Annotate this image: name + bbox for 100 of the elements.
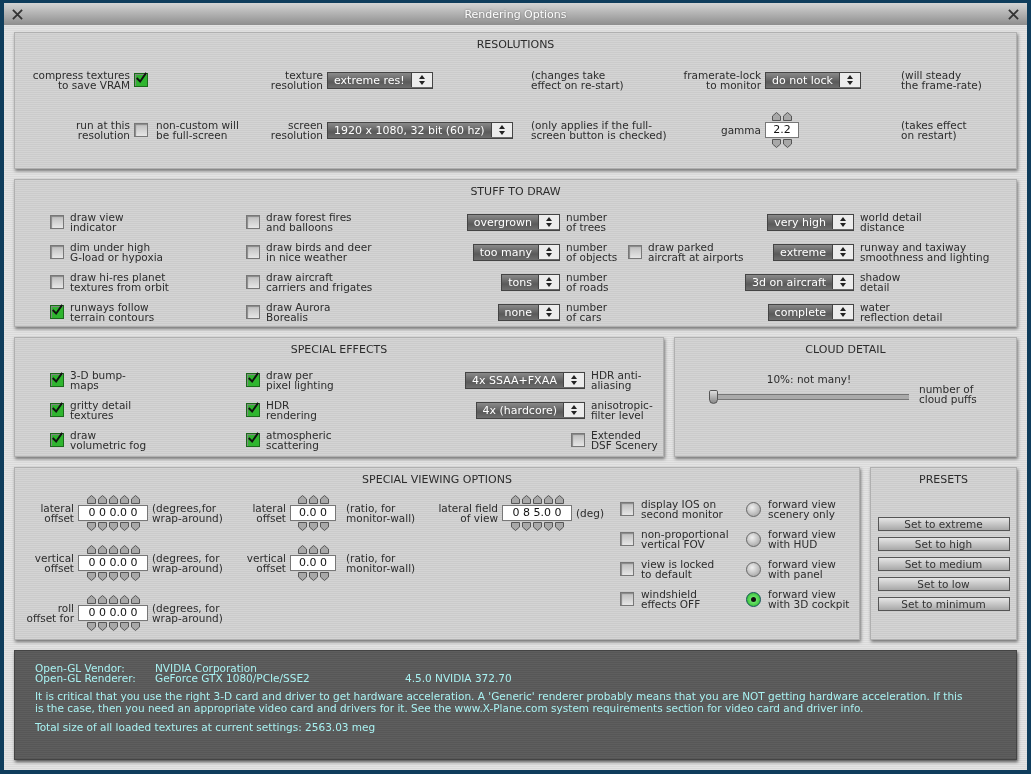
preset-button[interactable]: Set to low	[877, 577, 1010, 591]
window-title: Rendering Options	[464, 7, 567, 21]
checkbox[interactable]	[246, 275, 260, 289]
preset-button[interactable]: Set to minimum	[877, 597, 1010, 611]
checkbox[interactable]	[50, 403, 64, 417]
dropdown[interactable]: very high	[767, 213, 854, 231]
checkbox[interactable]	[246, 403, 260, 417]
slider-thumb[interactable]	[709, 390, 718, 404]
checkbox[interactable]	[50, 215, 64, 229]
up-down-arrows-icon	[490, 123, 512, 137]
control-label: 3-D bump- maps	[69, 370, 127, 390]
dropdown[interactable]: overgrown	[466, 213, 560, 231]
info-label: Open-GL Vendor:	[35, 663, 126, 673]
checkbox[interactable]	[50, 433, 64, 447]
checkbox[interactable]	[620, 592, 634, 606]
number-field[interactable]: 0.0 0	[290, 555, 336, 571]
checkbox[interactable]	[134, 123, 148, 137]
radio-button[interactable]	[746, 532, 761, 547]
close-icon[interactable]	[12, 8, 23, 20]
checkbox[interactable]	[246, 245, 260, 259]
number-field[interactable]: 2.2	[765, 122, 799, 138]
number-field[interactable]: 0.0 0	[290, 505, 336, 521]
control-label: (ratio, for monitor-wall)	[345, 503, 417, 523]
control-label: draw hi-res planet textures from orbit	[69, 272, 170, 292]
texture-size-text: Total size of all loaded textures at current settings: 2563.03 meg	[35, 721, 377, 733]
panel-title: CLOUD DETAIL	[804, 342, 887, 356]
dropdown[interactable]: extreme res!	[327, 71, 433, 89]
number-field[interactable]: 0 8 5.0 0	[502, 505, 572, 521]
radio-button[interactable]	[746, 502, 761, 517]
checkbox[interactable]	[571, 433, 585, 447]
number-field[interactable]: 0 0 0.0 0	[78, 605, 148, 621]
radio-label: forward view with HUD	[768, 529, 836, 549]
control-label: number of trees	[565, 212, 608, 232]
dropdown[interactable]: extreme	[773, 243, 854, 261]
control-label: vertical offset	[33, 553, 75, 573]
dropdown[interactable]: do not lock	[765, 71, 861, 89]
checkbox[interactable]	[50, 373, 64, 387]
checkbox[interactable]	[50, 245, 64, 259]
number-field[interactable]: 0 0 0.0 0	[78, 505, 148, 521]
preset-button[interactable]: Set to extreme	[877, 517, 1010, 531]
checkbox[interactable]	[246, 373, 260, 387]
info-label: Open-GL Renderer:	[35, 673, 137, 683]
radio-label: forward view scenery only	[768, 499, 836, 519]
control-label: number of cloud puffs	[918, 384, 977, 404]
control-label: Extended DSF Scenery	[590, 430, 657, 450]
number-field[interactable]: 0 0 0.0 0	[78, 555, 148, 571]
dropdown[interactable]: too many	[472, 243, 560, 261]
checkbox[interactable]	[50, 275, 64, 289]
checkbox-label: view is locked to default	[641, 559, 715, 579]
checkbox[interactable]	[50, 305, 64, 319]
control-label: gritty detail textures	[69, 400, 133, 420]
control-label: world detail distance	[859, 212, 923, 232]
control-label: (ratio, for monitor-wall)	[345, 553, 417, 573]
control-label: draw volumetric fog	[69, 430, 148, 450]
radio-label: forward view with 3D cockpit	[768, 589, 850, 609]
checkbox[interactable]	[246, 433, 260, 447]
dropdown[interactable]: complete	[767, 303, 854, 321]
dropdown[interactable]: 4x (hardcore)	[475, 401, 585, 419]
up-down-arrows-icon	[538, 275, 559, 289]
checkbox[interactable]	[628, 245, 642, 259]
control-label: number of roads	[565, 272, 610, 292]
panel-title: PRESETS	[918, 472, 969, 486]
up-down-arrows-icon	[832, 245, 853, 259]
checkbox[interactable]	[246, 305, 260, 319]
control-label: run at this resolution	[75, 120, 131, 140]
preset-button[interactable]: Set to medium	[877, 557, 1010, 571]
checkbox[interactable]	[620, 532, 634, 546]
control-label: (will steady the frame-rate)	[900, 70, 983, 90]
checkbox[interactable]	[620, 502, 634, 516]
control-label: gamma	[720, 125, 762, 135]
up-down-arrows-icon	[832, 215, 853, 229]
control-label: (deg)	[575, 508, 605, 518]
control-label: framerate-lock to monitor	[682, 70, 762, 90]
dropdown[interactable]: 1920 x 1080, 32 bit (60 hz)	[327, 121, 513, 139]
dropdown[interactable]: none	[497, 303, 560, 321]
control-label: (changes take effect on re-start)	[530, 70, 625, 90]
preset-button[interactable]: Set to high	[877, 537, 1010, 551]
checkbox[interactable]	[620, 562, 634, 576]
control-label: draw birds and deer in nice weather	[265, 242, 373, 262]
checkbox[interactable]	[246, 215, 260, 229]
up-down-arrows-icon	[538, 215, 559, 229]
control-label: draw parked aircraft at airports	[647, 242, 745, 262]
checkbox[interactable]	[134, 73, 148, 87]
control-label: lateral offset	[251, 503, 287, 523]
radio-button[interactable]	[746, 592, 761, 607]
control-label: (degrees, for wrap-around)	[151, 603, 224, 623]
control-label: draw forest fires and balloons	[265, 212, 353, 232]
control-label: water reflection detail	[859, 302, 944, 322]
dropdown[interactable]: 3d on aircraft	[744, 273, 854, 291]
dropdown[interactable]: 4x SSAA+FXAA	[465, 371, 585, 389]
up-down-arrows-icon	[838, 73, 860, 87]
control-label: number of cars	[565, 302, 608, 322]
radio-button[interactable]	[746, 562, 761, 577]
panel-title: SPECIAL EFFECTS	[289, 342, 389, 356]
control-label: vertical offset	[245, 553, 287, 573]
control-label: atmospheric scattering	[265, 430, 333, 450]
close-icon[interactable]	[1008, 8, 1019, 20]
dropdown[interactable]: tons	[501, 273, 560, 291]
control-label: non-custom will be full-screen	[155, 120, 240, 140]
info-value: 4.5.0 NVIDIA 372.70	[405, 673, 512, 683]
